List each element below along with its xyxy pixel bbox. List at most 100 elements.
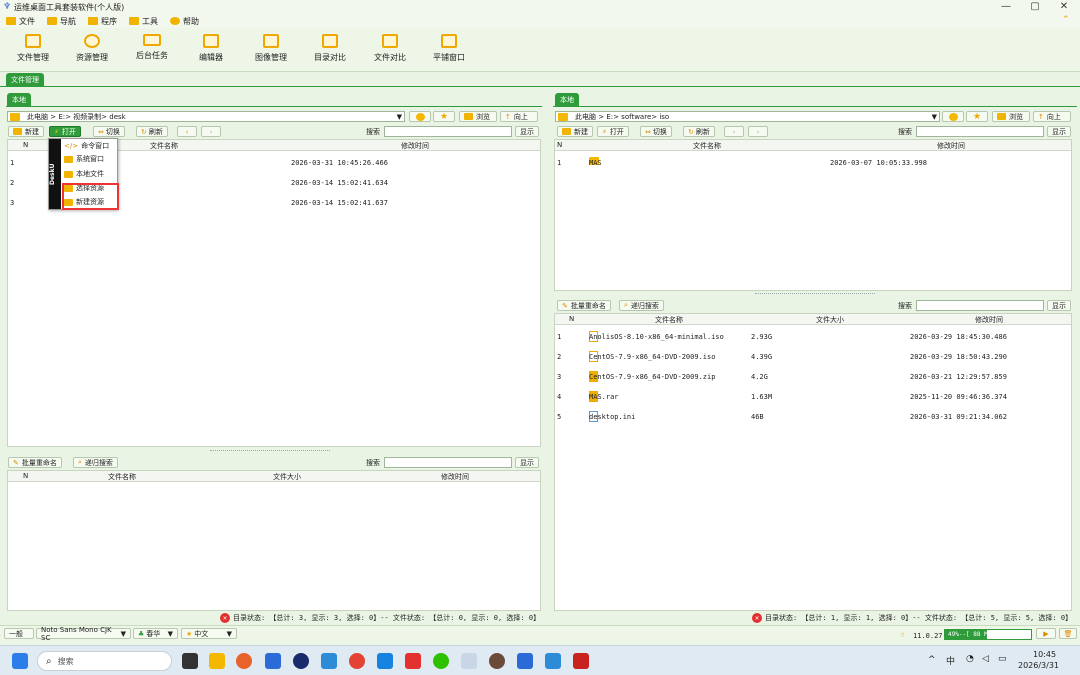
menu-item-command-window[interactable]: </> 命令窗口: [64, 140, 109, 153]
right-batch-rename-button[interactable]: ✎ 批量重命名: [557, 300, 611, 311]
app-icon-2[interactable]: [321, 653, 337, 669]
chevron-up-icon[interactable]: ^: [928, 655, 936, 665]
menu-file[interactable]: 文件: [6, 16, 35, 27]
right-refresh-button[interactable]: ↻ 刷新: [683, 126, 715, 137]
magnifier-icon: ⌕: [624, 301, 628, 309]
left-forward-button[interactable]: ›: [201, 126, 221, 137]
mode-select[interactable]: 一般: [4, 628, 34, 639]
collapse-ribbon-icon[interactable]: ⌃: [1062, 15, 1070, 25]
trash-button[interactable]: 🗑: [1059, 628, 1077, 639]
left-new-button[interactable]: 新建: [8, 126, 44, 137]
table-row[interactable]: 1 MAS 2026-03-07 10:05:33.998: [555, 157, 1069, 169]
u-app-icon[interactable]: [377, 653, 393, 669]
right-back-button[interactable]: ‹: [724, 126, 744, 137]
left-open-button[interactable]: ⚡ 打开: [49, 126, 81, 137]
planet-icon[interactable]: [293, 653, 309, 669]
left-favorite-button[interactable]: ★: [433, 111, 455, 122]
left-show-button[interactable]: 显示: [515, 126, 539, 137]
table-row[interactable]: 3 CentOS-7.9-x86_64-DVD-2009.zip 4.2G 20…: [555, 371, 1069, 383]
left-switch-button[interactable]: ⇔ 切换: [93, 126, 125, 137]
menu-item-system-window[interactable]: 系统窗口: [64, 153, 104, 166]
ime-indicator[interactable]: 中: [946, 654, 955, 667]
left-up-button[interactable]: ↑ 向上: [500, 111, 538, 122]
menu-tools[interactable]: 工具: [129, 16, 158, 27]
wifi-icon[interactable]: ◔: [966, 654, 974, 664]
left-refresh-button[interactable]: ↻ 刷新: [136, 126, 168, 137]
left-splitter[interactable]: [210, 450, 330, 454]
menu-help[interactable]: 帮助: [170, 16, 199, 27]
app-icon-4[interactable]: [517, 653, 533, 669]
left-go-button[interactable]: [409, 111, 431, 122]
right-switch-button[interactable]: ⇔ 切换: [640, 126, 672, 137]
task-view-icon[interactable]: [182, 653, 198, 669]
clock-time[interactable]: 10:45: [1033, 650, 1056, 659]
close-button[interactable]: ✕: [1050, 0, 1078, 14]
wechat-icon[interactable]: [433, 653, 449, 669]
left-path-bar[interactable]: 此电脑 > E:> 视频录制> desk ▼: [7, 111, 405, 122]
firefox-icon[interactable]: [236, 653, 252, 669]
table-row[interactable]: 2 CentOS-7.9-x86_64-DVD-2009.iso 4.39G 2…: [555, 351, 1069, 363]
app-icon-5[interactable]: [545, 653, 561, 669]
left-recursive-search-button[interactable]: ⌕ 递归搜索: [73, 457, 118, 468]
left-batch-rename-button[interactable]: ✎ 批量重命名: [8, 457, 62, 468]
maximize-button[interactable]: ▢: [1021, 0, 1049, 14]
table-row[interactable]: 5 desktop.ini 46B 2026-03-31 09:21:34.06…: [555, 411, 1069, 423]
file-explorer-icon[interactable]: [209, 653, 225, 669]
table-row[interactable]: 1 AnolisOS-8.10-x86_64-minimal.iso 2.93G…: [555, 331, 1069, 343]
lightning-icon: ⚡: [602, 127, 607, 136]
right-favorite-button[interactable]: ★: [966, 111, 988, 122]
language-select[interactable]: ★ 中文 ▼: [181, 628, 237, 639]
left-bottom-show-button[interactable]: 显示: [515, 457, 539, 468]
volume-icon[interactable]: ◁: [982, 654, 989, 664]
dir-compare-button[interactable]: 目录对比: [305, 32, 355, 63]
table-row[interactable]: 4 MAS.rar 1.63M 2025-11-20 09:46:36.374: [555, 391, 1069, 403]
wps-icon[interactable]: [405, 653, 421, 669]
app-icon-3[interactable]: [489, 653, 505, 669]
theme-select[interactable]: ♣ 春华 ▼: [133, 628, 178, 639]
tab-file-manager[interactable]: 文件管理: [6, 73, 44, 86]
start-icon[interactable]: [12, 653, 28, 669]
file-manager-button[interactable]: 文件管理: [8, 32, 58, 63]
app-icon[interactable]: [265, 653, 281, 669]
right-forward-button[interactable]: ›: [748, 126, 768, 137]
right-browse-button[interactable]: 浏览: [992, 111, 1030, 122]
path-dropdown-icon[interactable]: ▼: [932, 113, 937, 121]
right-bottom-search-input[interactable]: [916, 300, 1044, 311]
right-bottom-show-button[interactable]: 显示: [1047, 300, 1071, 311]
right-new-button[interactable]: 新建: [557, 126, 593, 137]
chrome-icon[interactable]: [349, 653, 365, 669]
filezilla-icon[interactable]: [573, 653, 589, 669]
right-show-button[interactable]: 显示: [1047, 126, 1071, 137]
tile-windows-button[interactable]: 平铺窗口: [424, 32, 474, 63]
file-compare-button[interactable]: 文件对比: [365, 32, 415, 63]
right-splitter[interactable]: [755, 293, 875, 297]
menu-item-local-file[interactable]: 本地文件: [64, 168, 104, 181]
right-path-bar[interactable]: 此电脑 > E:> software> iso ▼: [555, 111, 940, 122]
minimize-button[interactable]: —: [992, 0, 1020, 14]
clock-date[interactable]: 2026/3/31: [1018, 661, 1059, 670]
battery-icon[interactable]: ▭: [998, 654, 1007, 664]
background-task-button[interactable]: 后台任务: [127, 32, 177, 61]
image-manager-button[interactable]: 图像管理: [246, 32, 296, 63]
left-bottom-search-input[interactable]: [384, 457, 512, 468]
active-app-icon[interactable]: [461, 653, 477, 669]
font-select[interactable]: Noto Sans Mono CJK SC ▼: [36, 626, 131, 642]
taskbar-search[interactable]: ⌕ 搜索: [37, 651, 172, 671]
path-dropdown-icon[interactable]: ▼: [397, 113, 402, 121]
right-open-button[interactable]: ⚡ 打开: [597, 126, 629, 137]
menu-program[interactable]: 程序: [88, 16, 117, 27]
resource-manager-button[interactable]: 资源管理: [67, 32, 117, 63]
right-up-button[interactable]: ↑ 向上: [1033, 111, 1071, 122]
menu-nav[interactable]: 导航: [47, 16, 76, 27]
right-search-input[interactable]: [916, 126, 1044, 137]
right-recursive-search-button[interactable]: ⌕ 递归搜索: [619, 300, 664, 311]
editor-button[interactable]: 编辑器: [186, 32, 236, 63]
play-button[interactable]: ▶: [1036, 628, 1056, 639]
tab-local-left[interactable]: 本地: [7, 93, 31, 106]
tab-local-right[interactable]: 本地: [555, 93, 579, 106]
left-back-button[interactable]: ‹: [177, 126, 197, 137]
pencil-icon: ✎: [562, 301, 568, 310]
right-go-button[interactable]: [942, 111, 964, 122]
left-browse-button[interactable]: 浏览: [459, 111, 497, 122]
left-search-input[interactable]: [384, 126, 512, 137]
